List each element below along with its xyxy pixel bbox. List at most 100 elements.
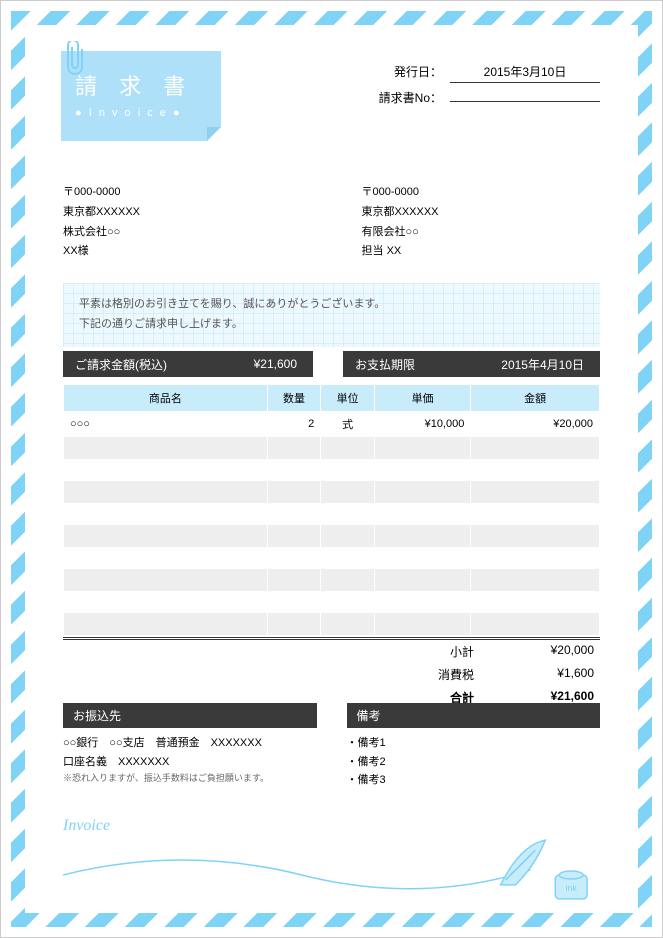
cell-price (374, 437, 470, 459)
cell-name (64, 525, 268, 547)
cell-amount (471, 503, 600, 525)
svg-text:ink: ink (565, 883, 577, 893)
recipient-company: 株式会社○○ (63, 223, 302, 243)
cell-qty (267, 459, 321, 481)
bank-line2: 口座名義 XXXXXXX (63, 753, 317, 772)
greeting-line1: 平素は格別のお引き立てを賜り、誠にありがとうございます。 (79, 295, 584, 315)
issue-date-value: 2015年3月10日 (450, 63, 600, 83)
cell-price: ¥10,000 (374, 411, 470, 437)
cell-price (374, 481, 470, 503)
bank-heading: お振込先 (63, 703, 317, 728)
cell-name: ○○○ (64, 411, 268, 437)
bank-line1: ○○銀行 ○○支店 普通預金 XXXXXXX (63, 734, 317, 753)
recipient-address: 東京都XXXXXX (63, 203, 302, 223)
cell-unit (321, 569, 375, 591)
cell-amount (471, 613, 600, 635)
table-row (64, 569, 600, 591)
greeting-line2: 下記の通りご請求申し上げます。 (79, 315, 584, 335)
quill-ink-icon: ink (63, 835, 600, 905)
cell-unit (321, 437, 375, 459)
content-area: 請 求 書 ● I n v o i c e ● 発行日： 2015年3月10日 … (33, 33, 630, 905)
cell-amount (471, 481, 600, 503)
cell-unit (321, 481, 375, 503)
cell-unit (321, 547, 375, 569)
cell-unit (321, 613, 375, 635)
subtotal-label: 小計 (394, 643, 474, 660)
remark-item: ・備考3 (347, 771, 601, 790)
cell-qty (267, 547, 321, 569)
cell-qty (267, 613, 321, 635)
remarks-heading: 備考 (347, 703, 601, 728)
sender-postal: 〒000-0000 (362, 183, 601, 203)
bottom-sections: お振込先 ○○銀行 ○○支店 普通預金 XXXXXXX 口座名義 XXXXXXX… (63, 703, 600, 790)
tax-value: ¥1,600 (474, 666, 594, 683)
cell-name (64, 591, 268, 613)
cell-price (374, 613, 470, 635)
sender-address: 東京都XXXXXX (362, 203, 601, 223)
col-amount: 金額 (471, 385, 600, 411)
col-qty: 数量 (267, 385, 321, 411)
greeting-box: 平素は格別のお引き立てを賜り、誠にありがとうございます。 下記の通りご請求申し上… (63, 283, 600, 347)
bank-note: ※恐れ入りますが、振込手数料はご負担願います。 (63, 771, 317, 786)
recipient-postal: 〒000-0000 (63, 183, 302, 203)
summary-bar: ご請求金額(税込) ¥21,600 お支払期限 2015年4月10日 (63, 351, 600, 377)
cell-qty (267, 437, 321, 459)
table-row (64, 591, 600, 613)
cell-name (64, 481, 268, 503)
cell-qty (267, 569, 321, 591)
table-row (64, 503, 600, 525)
cell-qty (267, 481, 321, 503)
sender-block: 〒000-0000 東京都XXXXXX 有限会社○○ 担当 XX (302, 183, 601, 262)
cell-amount (471, 547, 600, 569)
sender-company: 有限会社○○ (362, 223, 601, 243)
header-meta: 発行日： 2015年3月10日 請求書No： (372, 63, 600, 112)
amount-label: ご請求金額(税込) (63, 356, 179, 373)
cell-price (374, 503, 470, 525)
col-name: 商品名 (64, 385, 268, 411)
amount-value: ¥21,600 (179, 357, 313, 371)
table-row (64, 525, 600, 547)
cell-unit (321, 591, 375, 613)
table-row (64, 459, 600, 481)
cell-qty: 2 (267, 411, 321, 437)
cell-unit (321, 459, 375, 481)
remarks-section: 備考 ・備考1・備考2・備考3 (347, 703, 601, 790)
bank-section: お振込先 ○○銀行 ○○支店 普通預金 XXXXXXX 口座名義 XXXXXXX… (63, 703, 317, 790)
invoice-no-value (450, 99, 600, 102)
due-value: 2015年4月10日 (427, 356, 600, 373)
col-unit: 単位 (321, 385, 375, 411)
cell-price (374, 591, 470, 613)
sender-person: 担当 XX (362, 242, 601, 262)
cell-name (64, 569, 268, 591)
table-row (64, 613, 600, 635)
amount-box: ご請求金額(税込) ¥21,600 (63, 351, 313, 377)
invoice-no-label: 請求書No： (372, 89, 442, 106)
cell-name (64, 437, 268, 459)
cell-price (374, 459, 470, 481)
title-sticky-note: 請 求 書 ● I n v o i c e ● (61, 51, 221, 141)
tax-label: 消費税 (394, 666, 474, 683)
cell-name (64, 503, 268, 525)
recipient-attn: XX様 (63, 242, 302, 262)
table-row: ○○○2式¥10,000¥20,000 (64, 411, 600, 437)
cell-name (64, 459, 268, 481)
cell-price (374, 569, 470, 591)
table-row (64, 437, 600, 459)
due-label: お支払期限 (343, 356, 427, 373)
cell-price (374, 547, 470, 569)
document-title: 請 求 書 (75, 69, 207, 101)
cell-amount (471, 459, 600, 481)
items-table: 商品名 数量 単位 単価 金額 ○○○2式¥10,000¥20,000 (63, 385, 600, 635)
footer-script-text: Invoice (63, 817, 110, 834)
table-row (64, 481, 600, 503)
cell-qty (267, 591, 321, 613)
recipient-block: 〒000-0000 東京都XXXXXX 株式会社○○ XX様 (63, 183, 302, 262)
items-section: 商品名 数量 単位 単価 金額 ○○○2式¥10,000¥20,000 小計¥2… (63, 385, 600, 709)
cell-qty (267, 503, 321, 525)
totals-block: 小計¥20,000 消費税¥1,600 合計¥21,600 (63, 637, 600, 709)
footer-decoration: Invoice ink (63, 817, 600, 887)
remark-item: ・備考2 (347, 753, 601, 772)
table-row (64, 547, 600, 569)
document-frame: 請 求 書 ● I n v o i c e ● 発行日： 2015年3月10日 … (0, 0, 663, 938)
cell-qty (267, 525, 321, 547)
